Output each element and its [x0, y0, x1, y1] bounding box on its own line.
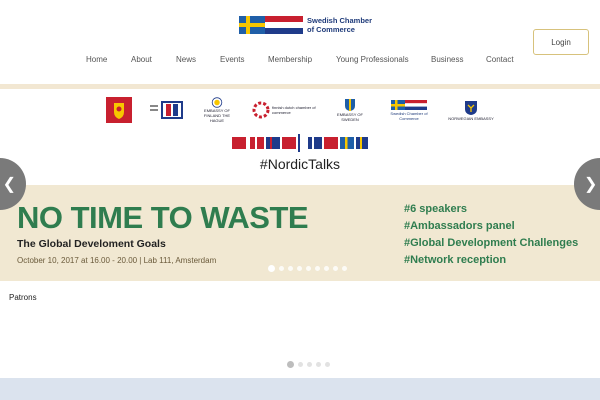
patrons-dot[interactable]: [287, 361, 294, 368]
carousel-dot[interactable]: [315, 265, 320, 271]
promo-headline: NO TIME TO WASTE: [17, 200, 309, 235]
carousel-dot[interactable]: [324, 265, 329, 271]
logo-text: Swedish Chamber of Commerce: [307, 16, 373, 34]
carousel-dot[interactable]: [306, 265, 311, 271]
sponsor-logos: EMBASSY OF FINLAND THE HAGUE finnish dut…: [0, 95, 600, 127]
chevron-right-icon: ❯: [584, 176, 598, 193]
coat-of-arms-icon[interactable]: [106, 97, 132, 123]
patrons-dot[interactable]: [316, 362, 321, 367]
sponsor-label-sweden: EMBASSY OF SWEDEN: [337, 112, 363, 122]
carousel-dot[interactable]: [288, 265, 293, 271]
patrons-carousel-dots: [287, 361, 330, 368]
sponsor-label-swedish-chamber: Swedish Chamber of Commerce: [390, 110, 428, 121]
chevron-left-icon: ❮: [2, 176, 16, 193]
nav-news[interactable]: News: [176, 55, 196, 64]
sponsor-label-norwegian: NORWEGIAN EMBASSY: [448, 115, 494, 121]
nav-home[interactable]: Home: [86, 55, 107, 64]
nav-business[interactable]: Business: [431, 55, 463, 64]
promo-tag: #Ambassadors panel: [404, 220, 515, 232]
sponsor-label-finland: EMBASSY OF FINLAND THE HAGUE: [203, 108, 231, 123]
nordic-flags-icon: [232, 134, 368, 152]
nav-about[interactable]: About: [131, 55, 152, 64]
logo-line-1: Swedish Chamber: [307, 16, 373, 25]
nav-events[interactable]: Events: [220, 55, 244, 64]
site-logo[interactable]: Swedish Chamber of Commerce: [239, 16, 373, 34]
nordic-talks-hashtag: #NordicTalks: [259, 156, 341, 172]
patrons-dot[interactable]: [298, 362, 303, 367]
promo-tags: #6 speakers #Ambassadors panel #Global D…: [404, 201, 594, 269]
promo-tag: #Global Development Challenges: [404, 237, 579, 249]
carousel-dot[interactable]: [268, 264, 275, 272]
patrons-dot[interactable]: [325, 362, 330, 367]
nav-contact[interactable]: Contact: [486, 55, 514, 64]
finland-embassy-icon[interactable]: EMBASSY OF FINLAND THE HAGUE: [200, 97, 234, 123]
carousel-dot[interactable]: [297, 265, 302, 271]
patrons-dot[interactable]: [307, 362, 312, 367]
swedish-chamber-icon[interactable]: Swedish Chamber of Commerce: [390, 97, 428, 123]
main-nav: Home About News Events Membership Young …: [0, 55, 600, 69]
promo-tag: #6 speakers: [404, 203, 467, 215]
logo-line-2: of Commerce: [307, 25, 355, 34]
norwegian-embassy-icon[interactable]: NORWEGIAN EMBASSY: [446, 97, 496, 123]
promo-details: October 10, 2017 at 16.00 - 20.00 | Lab …: [17, 256, 217, 265]
site-header: Swedish Chamber of Commerce Login Home A…: [0, 0, 600, 84]
nordic-talks-logo: #NordicTalks: [232, 131, 368, 176]
finnish-dutch-chamber-icon[interactable]: finnish dutch chamber of commerce: [251, 97, 317, 123]
promo-tag: #Network reception: [404, 254, 507, 266]
carousel-dot[interactable]: [279, 265, 284, 271]
nav-membership[interactable]: Membership: [268, 55, 312, 64]
carousel-dot[interactable]: [333, 265, 338, 271]
login-button[interactable]: Login: [533, 29, 589, 55]
sponsor-label-finnish-dutch: finnish dutch chamber of commerce: [272, 105, 316, 115]
header-divider: [0, 84, 600, 89]
footer-band: [0, 378, 600, 400]
embassy-logo-icon[interactable]: [150, 97, 184, 123]
flags-icon: [239, 16, 303, 34]
promo-subtitle: The Global Develoment Goals: [17, 238, 166, 250]
nav-young-professionals[interactable]: Young Professionals: [336, 55, 409, 64]
carousel-dots: [268, 264, 347, 272]
sweden-embassy-icon[interactable]: EMBASSY OF SWEDEN: [329, 97, 371, 123]
patrons-title: Patrons: [9, 293, 37, 302]
carousel-dot[interactable]: [342, 265, 347, 271]
